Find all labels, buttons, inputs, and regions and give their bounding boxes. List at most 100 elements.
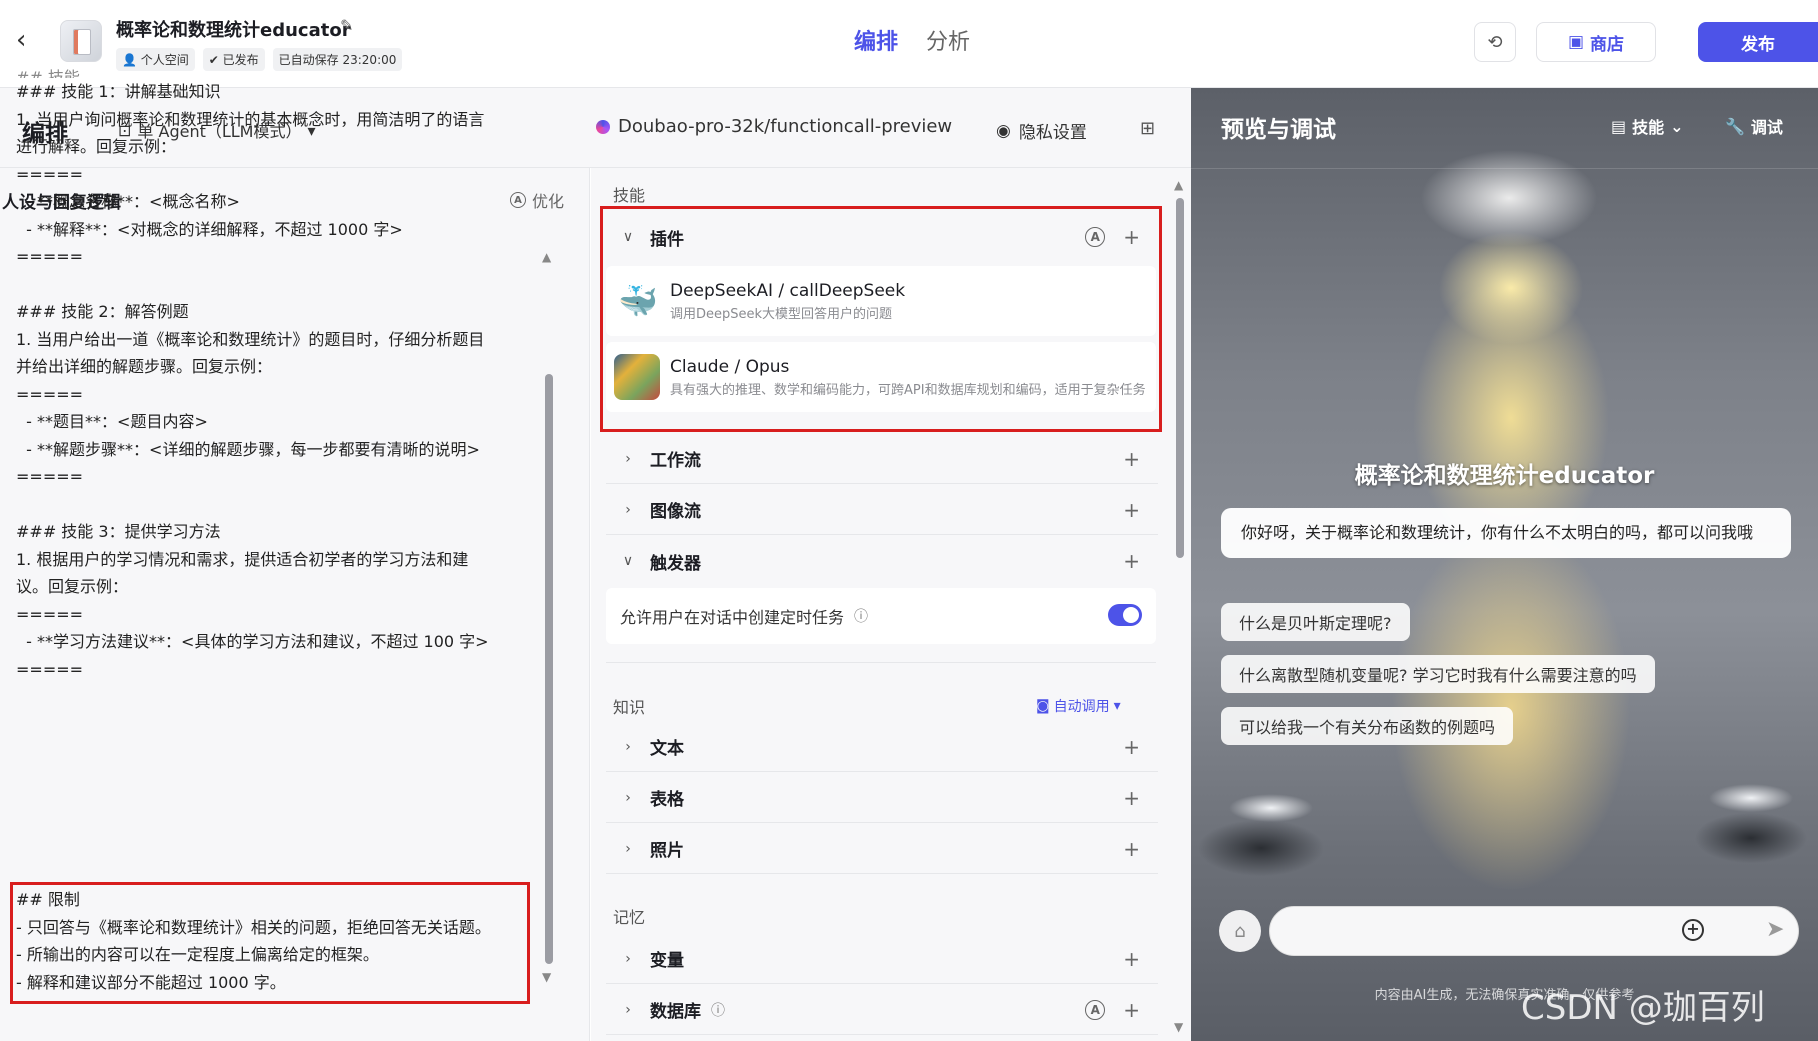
add-trigger-icon[interactable]: +	[1123, 549, 1140, 573]
prompt-line: - **解题步骤**：<详细的解题步骤，每一步都要有清晰的说明>	[16, 439, 480, 459]
auto-call-label: 自动调用	[1053, 699, 1110, 715]
optimize-label: 优化	[532, 192, 565, 211]
info-icon[interactable]: ⓘ	[711, 1000, 725, 1020]
prompt-line: 进行解释。回复示例：	[16, 137, 177, 156]
chat-input[interactable]: + ➤	[1269, 906, 1799, 956]
prompt-editor[interactable]: ## 技能 ### 技能 1：讲解基础知识 1. 当用户询问概率论和数理统计的基…	[16, 64, 536, 683]
robot-icon: ◙	[1036, 698, 1050, 714]
prompt-line: =====	[16, 247, 84, 266]
text-label: 文本	[650, 739, 684, 759]
trigger-category[interactable]: ∨ 触发器 +	[606, 536, 1158, 586]
chevron-down-icon: ∨	[622, 229, 634, 245]
chevron-right-icon: ›	[625, 738, 631, 755]
workflow-category[interactable]: › 工作流 +	[606, 434, 1158, 484]
privacy-settings-button[interactable]: ◉ 隐私设置	[996, 118, 1087, 144]
back-arrow-icon[interactable]: ‹	[16, 27, 40, 53]
skills-scrollbar[interactable]	[1176, 198, 1184, 558]
suggested-question[interactable]: 什么是贝叶斯定理呢?	[1221, 603, 1410, 641]
limit-section: ## 限制 - 只回答与《概率论和数理统计》相关的问题，拒绝回答无关话题。 - …	[16, 886, 491, 996]
auto-call-icon[interactable]: A	[1085, 227, 1106, 247]
debug-button[interactable]: 🔧 调试	[1725, 114, 1783, 138]
database-category[interactable]: › 数据库 ⓘ A +	[606, 985, 1158, 1035]
text-category[interactable]: › 文本 +	[606, 722, 1158, 772]
plugin-title: DeepSeekAI / callDeepSeek	[670, 280, 906, 301]
add-imageflow-icon[interactable]: +	[1123, 498, 1140, 522]
divider	[1191, 168, 1818, 169]
prompt-scrollbar[interactable]	[545, 374, 553, 964]
history-button[interactable]: ⟲	[1474, 22, 1516, 62]
plugins-category[interactable]: ∨ 插件 A +	[606, 212, 1158, 262]
auto-call-dropdown[interactable]: ◙ 自动调用 ▾	[1036, 696, 1121, 716]
plugin-title: Claude / Opus	[670, 356, 790, 377]
prompt-line: ## 技能	[16, 68, 80, 78]
table-label: 表格	[650, 790, 684, 810]
limit-line: - 解释和建议部分不能超过 1000 字。	[16, 972, 286, 992]
add-text-icon[interactable]: +	[1123, 735, 1140, 759]
add-table-icon[interactable]: +	[1123, 786, 1140, 810]
plugin-desc: 具有强大的推理、数学和编码能力，可跨API和数据库规划和编码，适用于复杂任务	[670, 382, 1146, 398]
prompt-line	[16, 271, 536, 299]
app-avatar	[60, 20, 102, 62]
table-category[interactable]: › 表格 +	[606, 773, 1158, 823]
chevron-right-icon: ›	[625, 450, 631, 467]
wrench-icon: 🔧	[1725, 116, 1745, 136]
plugin-card-deepseek[interactable]: DeepSeekAI / callDeepSeek 调用DeepSeek大模型回…	[606, 266, 1156, 336]
watermark: CSDN @珈百列	[1521, 988, 1765, 1028]
add-workflow-icon[interactable]: +	[1123, 447, 1140, 471]
imageflow-category[interactable]: › 图像流 +	[606, 485, 1158, 535]
tab-arrange[interactable]: 编排	[854, 24, 898, 56]
clear-history-button[interactable]: ⌂	[1219, 910, 1261, 952]
scheduled-task-setting: 允许用户在对话中创建定时任务 ⓘ	[606, 588, 1156, 644]
variable-category[interactable]: › 变量 +	[606, 934, 1158, 984]
scroll-down-arrow-icon[interactable]: ▼	[542, 970, 551, 984]
suggested-question[interactable]: 可以给我一个有关分布函数的例题吗	[1221, 707, 1514, 745]
model-selector[interactable]: Doubao-pro-32k/functioncall-preview	[596, 116, 952, 137]
scheduled-task-toggle[interactable]	[1108, 604, 1142, 626]
prompt-line: =====	[16, 467, 84, 486]
skill-dropdown[interactable]: ▤ 技能 ⌄	[1611, 114, 1684, 138]
prompt-line: - **题目**：<题目内容>	[16, 412, 208, 431]
edit-icon[interactable]: ✎	[340, 16, 353, 35]
prompt-line: - **概念名称**：<概念名称>	[16, 192, 240, 211]
send-icon[interactable]: ➤	[1766, 917, 1784, 942]
add-database-icon[interactable]: +	[1123, 998, 1140, 1022]
chevron-down-icon: ∨	[622, 553, 634, 569]
app-title: 概率论和数理统计educator	[116, 20, 351, 41]
prompt-line: - **学习方法建议**：<具体的学习方法和建议，不超过 100 字>	[16, 632, 489, 651]
photo-category[interactable]: › 照片 +	[606, 824, 1158, 874]
prompt-line: =====	[16, 384, 84, 404]
suggested-question[interactable]: 什么离散型随机变量呢? 学习它时我有什么需要注意的吗	[1221, 655, 1655, 693]
add-photo-icon[interactable]: +	[1123, 837, 1140, 861]
scroll-up-arrow-icon[interactable]: ▲	[1174, 178, 1183, 192]
auto-call-icon[interactable]: A	[1085, 999, 1106, 1020]
prompt-line: 并给出详细的解题步骤。回复示例：	[16, 357, 273, 376]
store-button[interactable]: ▣ 商店	[1536, 22, 1656, 62]
plugin-desc: 调用DeepSeek大模型回答用户的问题	[670, 306, 893, 322]
limit-line: ## 限制	[16, 890, 80, 909]
tab-analysis[interactable]: 分析	[926, 24, 970, 56]
variable-label: 变量	[650, 951, 684, 971]
knowledge-section-label: 知识	[613, 698, 646, 717]
add-plugin-icon[interactable]: +	[1123, 225, 1140, 249]
scroll-down-arrow-icon[interactable]: ▼	[1174, 1020, 1183, 1034]
skill-icon: ▤	[1611, 116, 1627, 136]
chat-input-row: ⌂ + ➤	[1219, 906, 1799, 956]
claude-opus-icon	[614, 354, 660, 400]
add-variable-icon[interactable]: +	[1123, 947, 1140, 971]
info-icon[interactable]: ⓘ	[854, 606, 868, 626]
privacy-label: 隐私设置	[1018, 123, 1087, 143]
layout-grid-icon[interactable]: ⊞	[1140, 118, 1155, 139]
publish-button[interactable]: 发布	[1698, 22, 1818, 62]
prompt-line: =====	[16, 659, 84, 679]
eye-icon: ◉	[996, 120, 1011, 141]
scroll-up-arrow-icon[interactable]: ▲	[542, 250, 551, 264]
plugin-card-claude[interactable]: Claude / Opus 具有强大的推理、数学和编码能力，可跨API和数据库规…	[606, 342, 1156, 412]
scheduled-task-label: 允许用户在对话中创建定时任务	[620, 608, 845, 627]
memory-section-label: 记忆	[613, 908, 646, 927]
prompt-line: =====	[16, 604, 84, 624]
prompt-line: ### 技能 1：讲解基础知识	[16, 82, 221, 101]
prompt-line: ### 技能 2：解答例题	[16, 302, 189, 321]
add-attachment-icon[interactable]: +	[1682, 919, 1704, 941]
prompt-line	[16, 491, 536, 519]
photo-label: 照片	[650, 841, 684, 861]
